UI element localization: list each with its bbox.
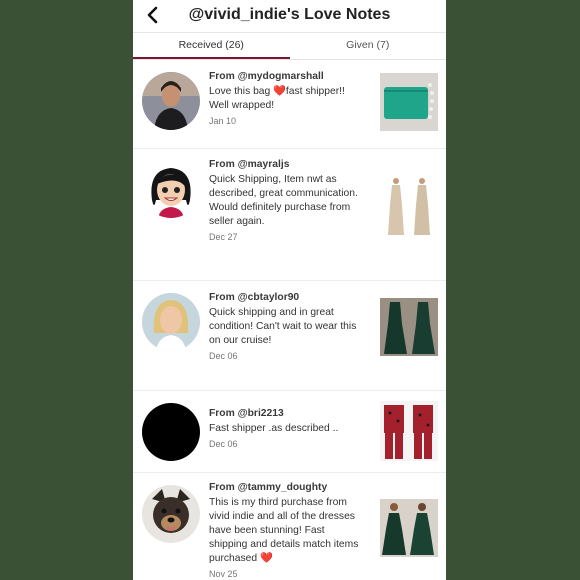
list-item[interactable]: From @cbtaylor90 Quick shipping and in g… (133, 281, 446, 391)
note-message: This is my third purchase from vivid ind… (209, 497, 359, 564)
avatar[interactable] (142, 403, 200, 461)
note-sender[interactable]: From @cbtaylor90 (209, 292, 359, 303)
note-sender[interactable]: From @mayraljs (209, 159, 359, 170)
list-item[interactable]: From @mydogmarshall Love this bag ❤️fast… (133, 60, 446, 149)
avatar[interactable] (142, 72, 200, 130)
note-date: Dec 06 (209, 439, 238, 449)
avatar[interactable] (142, 160, 200, 218)
note-sender[interactable]: From @bri2213 (209, 408, 359, 419)
note-date: Nov 25 (209, 569, 238, 579)
note-sender[interactable]: From @tammy_doughty (209, 482, 359, 493)
page-title: @vivid_indie's Love Notes (188, 6, 391, 23)
note-message: Love this bag ❤️fast shipper!! Well wrap… (209, 86, 345, 111)
note-message: Quick shipping and in great condition! C… (209, 307, 357, 346)
phone-screen: @vivid_indie's Love Notes Received (26) … (133, 0, 446, 580)
note-message: Fast shipper .as described .. (209, 423, 339, 434)
avatar[interactable] (142, 293, 200, 351)
item-thumbnail[interactable] (380, 401, 438, 461)
note-message: Quick Shipping, Item nwt as described, g… (209, 174, 358, 227)
header: @vivid_indie's Love Notes (133, 0, 446, 33)
note-date: Dec 27 (209, 232, 238, 242)
note-sender[interactable]: From @mydogmarshall (209, 71, 359, 82)
list-item[interactable]: From @tammy_doughty This is my third pur… (133, 473, 446, 580)
list-item[interactable]: From @bri2213 Fast shipper .as described… (133, 391, 446, 473)
avatar[interactable] (142, 485, 200, 543)
love-notes-list: From @mydogmarshall Love this bag ❤️fast… (133, 60, 446, 580)
note-date: Dec 06 (209, 351, 238, 361)
item-thumbnail[interactable] (380, 298, 438, 356)
tab-received[interactable]: Received (26) (133, 33, 290, 59)
back-chevron-icon[interactable] (141, 4, 163, 26)
tab-given[interactable]: Given (7) (290, 33, 447, 59)
list-item[interactable]: From @mayraljs Quick Shipping, Item nwt … (133, 149, 446, 281)
note-date: Jan 10 (209, 116, 237, 126)
item-thumbnail[interactable] (380, 499, 438, 557)
tab-bar: Received (26) Given (7) (133, 33, 446, 60)
item-thumbnail[interactable] (380, 73, 438, 131)
item-thumbnail[interactable] (380, 175, 438, 239)
